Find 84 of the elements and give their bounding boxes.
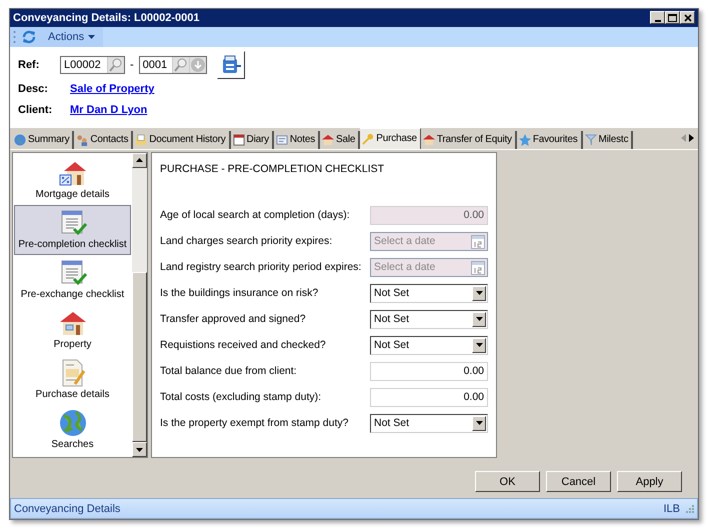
field-label: Is the buildings insurance on risk? <box>160 287 318 300</box>
sidebar-item[interactable]: Searches <box>14 404 131 455</box>
ref-suffix-field[interactable]: 0001 <box>138 56 207 74</box>
scroll-right-icon[interactable] <box>688 133 696 144</box>
star-icon <box>518 134 531 146</box>
globe-icon <box>14 134 26 146</box>
client-link[interactable]: Mr Dan D Lyon <box>70 104 148 116</box>
house-icon <box>322 134 334 146</box>
client-label: Client: <box>18 104 54 116</box>
people-icon <box>76 134 88 146</box>
globe-icon <box>58 409 88 438</box>
field-label: Land registry search priority period expires: <box>160 261 362 274</box>
status-user: ILB <box>663 502 680 515</box>
minimize-button[interactable] <box>650 11 665 24</box>
sidebar-item[interactable]: Mortgage details <box>14 154 131 205</box>
field-label: Requistions received and checked? <box>160 339 326 352</box>
calendar-icon[interactable] <box>471 234 485 249</box>
number-field[interactable]: 0.00 <box>370 388 488 407</box>
sidebar-item[interactable]: Pre-exchange checklist <box>14 254 131 305</box>
ref-separator: - <box>129 58 135 71</box>
resize-grip-icon[interactable] <box>686 504 694 513</box>
window-title: Conveyancing Details: L00002-0001 <box>13 12 200 24</box>
dropdown[interactable]: Not Set <box>370 414 488 433</box>
field-label: Is the property exempt from stamp duty? <box>160 417 348 430</box>
folder-icon <box>135 134 148 146</box>
field-label: Total balance due from client: <box>160 365 297 378</box>
down-arrow-icon[interactable] <box>188 56 206 73</box>
scroll-down-icon <box>136 448 143 452</box>
scrollbar[interactable] <box>132 152 147 458</box>
tab[interactable]: Notes <box>274 130 320 149</box>
field-label: Age of local search at completion (days): <box>160 209 350 222</box>
tab[interactable]: Summary <box>12 130 74 149</box>
house-icon <box>58 159 88 188</box>
calendar-icon[interactable] <box>471 260 485 275</box>
house-icon <box>422 134 435 146</box>
tab[interactable]: Sale <box>320 130 360 149</box>
dropdown[interactable]: Not Set <box>370 336 488 355</box>
refresh-icon <box>21 28 37 45</box>
actions-menu-button[interactable]: Actions <box>42 30 96 43</box>
search-icon[interactable] <box>107 56 124 73</box>
ref-label: Ref: <box>18 58 40 71</box>
grip-icon <box>13 30 16 44</box>
minimize-icon <box>654 20 660 22</box>
caret-icon <box>476 317 482 322</box>
caret-icon <box>476 421 482 426</box>
dialog-button[interactable]: OK <box>475 471 540 492</box>
tab[interactable]: Contacts <box>74 130 134 149</box>
sidebar-item[interactable]: Property <box>14 304 131 355</box>
desc-label: Desc: <box>18 83 49 96</box>
tab[interactable]: Transfer of Equity <box>420 130 517 149</box>
caret-icon <box>476 343 482 348</box>
tab[interactable]: Purchase <box>360 128 421 149</box>
field-label: Transfer approved and signed? <box>160 313 306 326</box>
house-icon <box>58 309 88 338</box>
calendar-icon <box>232 134 245 146</box>
maximize-icon <box>668 14 677 22</box>
section-heading: PURCHASE - PRE-COMPLETION CHECKLIST <box>160 162 386 177</box>
dialog-button[interactable]: Cancel <box>546 471 611 492</box>
dropdown[interactable]: Not Set <box>370 310 488 329</box>
scroll-up-icon <box>136 158 143 162</box>
tab[interactable]: Favourites <box>516 130 583 149</box>
close-icon <box>684 14 692 22</box>
tab[interactable]: Diary <box>230 130 274 149</box>
close-button[interactable] <box>680 11 695 24</box>
desc-link[interactable]: Sale of Property <box>70 83 154 96</box>
note-icon <box>276 134 288 146</box>
search-icon[interactable] <box>172 56 189 73</box>
field-label: Land charges search priority expires: <box>160 235 332 248</box>
maximize-button[interactable] <box>665 11 680 24</box>
dialog-button[interactable]: Apply <box>617 471 682 492</box>
caret-icon <box>476 291 482 296</box>
sidebar-item[interactable]: Pre-completion checklist <box>14 204 131 255</box>
tab[interactable]: Milestc <box>582 130 634 149</box>
sidebar-item[interactable]: Purchase details <box>14 354 131 405</box>
tab[interactable]: Document History <box>133 130 231 149</box>
status-text: Conveyancing Details <box>14 502 120 515</box>
caret-icon <box>88 34 96 39</box>
field-label: Total costs (excluding stamp duty): <box>160 391 322 404</box>
dropdown[interactable]: Not Set <box>370 284 488 303</box>
ref-field[interactable]: L00002 <box>60 56 125 74</box>
key-icon <box>362 132 374 145</box>
funnel-icon <box>584 134 597 146</box>
number-field[interactable]: 0.00 <box>370 362 488 381</box>
refresh-button[interactable] <box>21 28 37 45</box>
